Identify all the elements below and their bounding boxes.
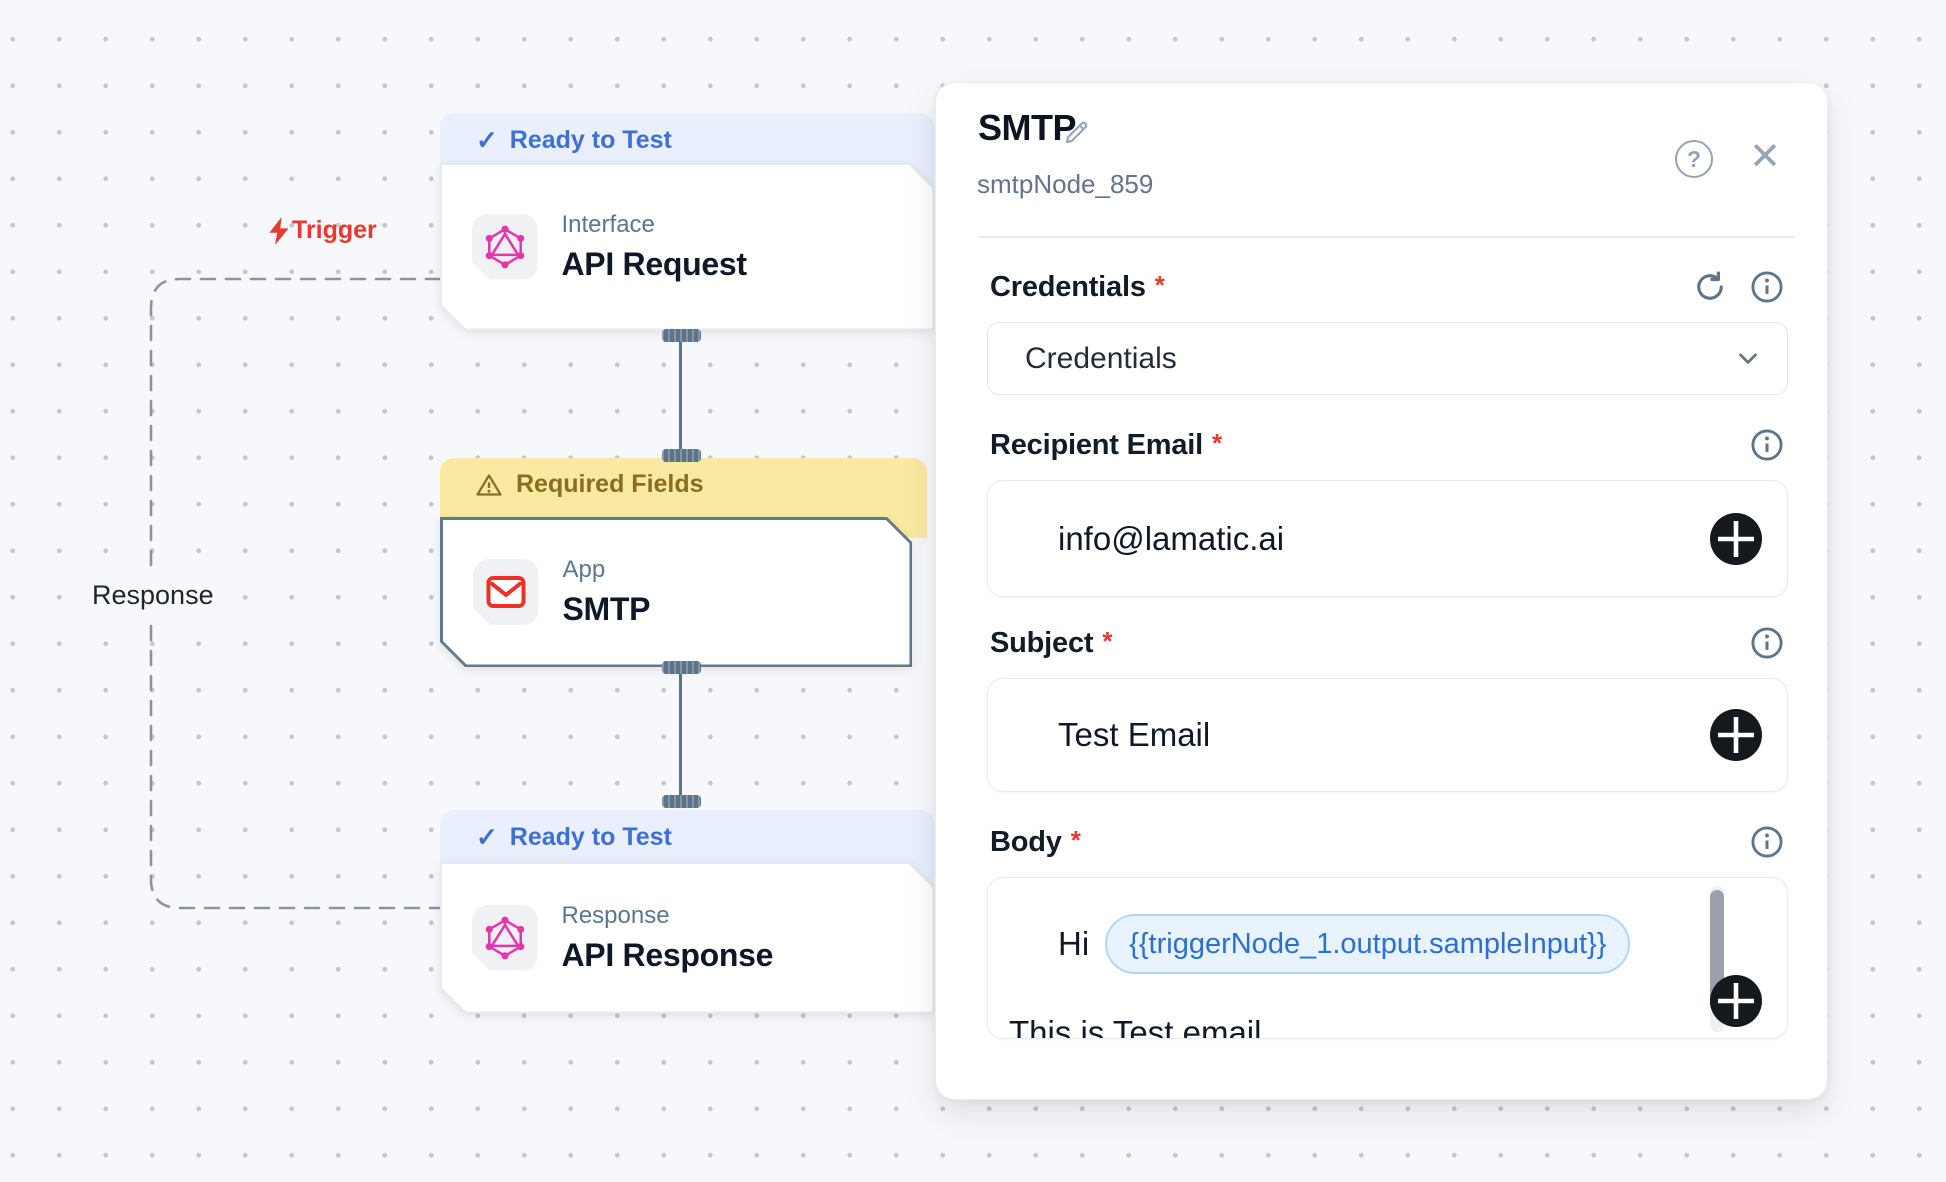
node-icon-tile — [472, 214, 538, 280]
recipient-email-label-text: Recipient Email — [990, 429, 1203, 461]
credentials-select-value: Credentials — [1025, 342, 1177, 376]
close-panel-button[interactable]: ✕ — [1744, 136, 1786, 178]
connector-handle[interactable] — [662, 449, 701, 462]
check-icon: ✓ — [476, 822, 498, 853]
node-icon-tile — [472, 905, 538, 971]
recipient-email-label: Recipient Email * — [990, 428, 1222, 462]
required-mark: * — [1155, 270, 1165, 300]
credentials-info-button[interactable] — [1749, 269, 1785, 305]
mail-icon — [485, 573, 527, 611]
node-icon-tile — [473, 559, 539, 625]
node-status-text: Ready to Test — [510, 126, 672, 155]
node-title: SMTP — [563, 591, 651, 628]
info-icon — [1749, 427, 1785, 463]
recipient-email-value: info@lamatic.ai — [1058, 520, 1284, 558]
subject-label: Subject * — [990, 626, 1112, 660]
subject-info-button[interactable] — [1749, 625, 1785, 661]
response-edge-label: Response — [92, 574, 212, 617]
credentials-select[interactable]: Credentials — [987, 322, 1788, 395]
refresh-credentials-button[interactable] — [1692, 269, 1728, 305]
divider — [978, 236, 1795, 238]
connector-line-1 — [679, 336, 682, 456]
node-api-request[interactable]: ✓ Ready to Test — [440, 113, 934, 330]
info-icon — [1749, 625, 1785, 661]
add-variable-button[interactable] — [1709, 708, 1763, 762]
node-category: Response — [562, 902, 774, 930]
variable-chip[interactable]: {{triggerNode_1.output.sampleInput}} — [1105, 914, 1630, 974]
node-api-response[interactable]: ✓ Ready to Test — [440, 810, 934, 1013]
recipient-email-field[interactable]: info@lamatic.ai — [987, 480, 1788, 597]
chevron-down-icon — [1733, 343, 1763, 378]
credentials-label: Credentials * — [990, 270, 1165, 304]
node-category: App — [563, 556, 651, 584]
body-text-line1: Hi — [1058, 925, 1089, 963]
refresh-icon — [1692, 269, 1728, 305]
graphql-icon — [484, 225, 526, 269]
warning-icon — [476, 473, 502, 497]
node-smtp[interactable]: Required Fields App SMTP — [440, 458, 927, 667]
check-icon: ✓ — [476, 125, 498, 156]
body-label-text: Body — [990, 826, 1062, 858]
plus-icon — [1709, 512, 1763, 566]
plus-icon — [1709, 708, 1763, 762]
connector-line-2 — [679, 668, 682, 800]
body-text-line2: This is Test email — [1009, 1014, 1261, 1039]
body-field[interactable]: Hi {{triggerNode_1.output.sampleInput}} … — [987, 877, 1788, 1039]
add-variable-button[interactable] — [1709, 974, 1763, 1028]
node-status-text: Required Fields — [516, 470, 704, 499]
info-icon — [1749, 824, 1785, 860]
pencil-icon — [1062, 117, 1092, 147]
connector-handle[interactable] — [662, 329, 701, 342]
node-category: Interface — [562, 211, 747, 239]
node-title: API Request — [562, 246, 747, 283]
subject-value: Test Email — [1058, 716, 1210, 754]
edit-title-button[interactable] — [1062, 117, 1092, 147]
info-icon — [1749, 269, 1785, 305]
graphql-icon — [484, 916, 526, 960]
recipient-info-button[interactable] — [1749, 427, 1785, 463]
plus-icon — [1709, 974, 1763, 1028]
node-id-label: smtpNode_859 — [977, 169, 1153, 200]
bolt-icon — [268, 217, 290, 245]
body-info-button[interactable] — [1749, 824, 1785, 860]
body-label: Body * — [990, 825, 1081, 859]
credentials-label-text: Credentials — [990, 271, 1146, 303]
node-status-text: Ready to Test — [510, 823, 672, 852]
close-icon: ✕ — [1749, 138, 1781, 176]
required-mark: * — [1102, 626, 1112, 656]
add-variable-button[interactable] — [1709, 512, 1763, 566]
help-glyph: ? — [1687, 146, 1701, 173]
smtp-config-panel: SMTP smtpNode_859 ? ✕ Credentials* Crede… — [935, 82, 1828, 1100]
connector-handle[interactable] — [662, 795, 701, 808]
required-mark: * — [1212, 428, 1222, 458]
help-button[interactable]: ? — [1675, 140, 1713, 178]
subject-field[interactable]: Test Email — [987, 678, 1788, 792]
trigger-edge-text: Trigger — [292, 216, 377, 245]
trigger-edge-label: Trigger — [268, 216, 377, 245]
required-mark: * — [1071, 825, 1081, 855]
node-title: API Response — [562, 937, 774, 974]
subject-label-text: Subject — [990, 627, 1093, 659]
connector-handle[interactable] — [662, 661, 701, 674]
